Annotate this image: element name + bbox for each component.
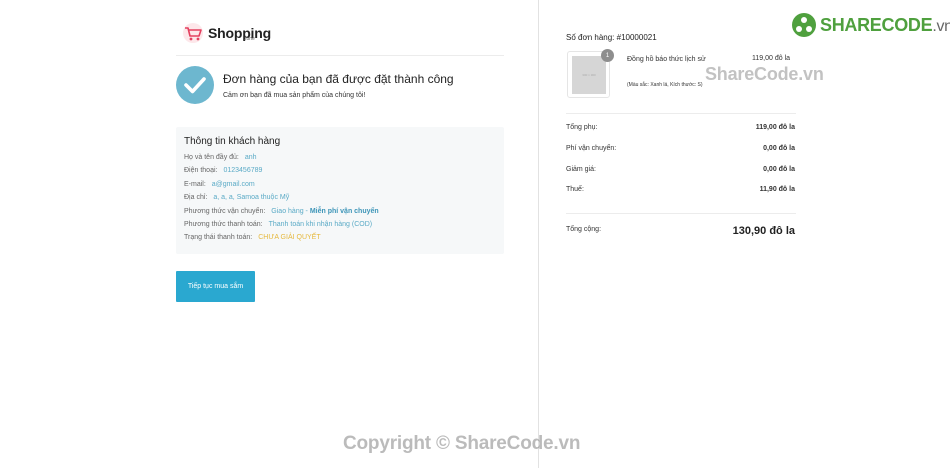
product-variant: (Màu sắc: Xanh lá, Kích thước: S): [627, 82, 703, 88]
header-divider: [176, 55, 504, 56]
tax-value: 11,90 đô la: [759, 186, 795, 193]
total-divider: [566, 213, 796, 214]
row-label: Điện thoại:: [184, 167, 218, 174]
shopping-zone-logo[interactable]: Shopping zone: [182, 20, 271, 46]
customer-name: anh: [244, 154, 257, 161]
order-summary-pane: SHARECODE.vn Số đơn hàng: #10000021 300 …: [539, 0, 950, 468]
shipping-method-row: Phương thức vận chuyển: Giao hàng - Miễn …: [184, 208, 379, 215]
customer-info-box: Thông tin khách hàng Họ và tên đầy đủ: an…: [176, 127, 504, 254]
tax-label: Thuế:: [566, 186, 584, 193]
shipping-free-label: Miễn phí vận chuyển: [309, 208, 379, 215]
product-name: Đồng hồ báo thức lịch sử: [627, 56, 706, 63]
row-label: Trạng thái thanh toán:: [184, 234, 253, 241]
row-label: Phương thức thanh toán:: [184, 221, 263, 228]
discount-value: 0,00 đô la: [763, 166, 795, 173]
total-value: 130,90 đô la: [732, 225, 795, 237]
sharecode-brand: SHARECODE.vn: [791, 12, 950, 38]
customer-address: a, a, a, Samoa thuộc Mỹ: [213, 194, 290, 201]
brand-suffix: .vn: [932, 17, 950, 35]
row-label: Địa chỉ:: [184, 194, 208, 201]
confirmation-pane: Shopping zone Đơn hàng của bạn đã được đ…: [0, 0, 539, 468]
product-price: 119,00 đô la: [752, 55, 791, 62]
logo-sub: zone: [244, 36, 255, 42]
row-label: Phương thức vận chuyển:: [184, 208, 266, 215]
customer-info-title: Thông tin khách hàng: [184, 136, 281, 147]
subtotal-label: Tổng phụ:: [566, 124, 598, 131]
payment-status-badge: CHƯA GIẢI QUYẾT: [258, 234, 321, 241]
customer-email-row: E-mail: a@gmail.com: [184, 181, 255, 188]
payment-method: Thanh toán khi nhận hàng (COD): [268, 221, 373, 228]
shipping-method: Giao hàng - Miễn phí vận chuyển: [271, 208, 378, 215]
customer-phone-row: Điện thoại: 0123456789: [184, 167, 262, 174]
order-number: Số đơn hàng: #10000021: [566, 33, 657, 42]
check-circle-icon: [176, 66, 214, 104]
row-label: E-mail:: [184, 181, 206, 188]
discount-label: Giảm giá:: [566, 166, 596, 173]
customer-phone: 0123456789: [223, 167, 263, 174]
subtotal-value: 119,00 đô la: [755, 124, 795, 131]
row-label: Họ và tên đầy đủ:: [184, 154, 239, 161]
payment-status-row: Trạng thái thanh toán: CHƯA GIẢI QUYẾT: [184, 234, 321, 241]
watermark-copyright: Copyright © ShareCode.vn: [343, 433, 581, 454]
customer-address-row: Địa chỉ: a, a, a, Samoa thuộc Mỹ: [184, 194, 289, 201]
logo-name: Shopping: [208, 25, 271, 41]
quantity-badge: 1: [601, 49, 614, 62]
payment-method-row: Phương thức thanh toán: Thanh toán khi nh…: [184, 221, 372, 228]
shipping-fee-label: Phí vận chuyển:: [566, 145, 617, 152]
cart-icon: [183, 23, 203, 43]
watermark-right: ShareCode.vn: [705, 64, 824, 84]
image-placeholder: 300 × 300: [572, 56, 606, 94]
total-label: Tổng cộng:: [566, 226, 602, 233]
success-subtitle: Cảm ơn bạn đã mua sản phẩm của chúng tôi…: [223, 92, 366, 99]
brand-main: SHARECODE: [820, 14, 933, 35]
customer-email: a@gmail.com: [211, 181, 255, 188]
summary-divider: [566, 113, 796, 114]
continue-shopping-button[interactable]: Tiếp tục mua sắm: [176, 271, 255, 302]
brand-text: SHARECODE.vn: [820, 15, 950, 36]
success-title: Đơn hàng của bạn đã được đặt thành công: [223, 72, 454, 86]
shipping-method-text: Giao hàng -: [271, 208, 310, 215]
shipping-fee-value: 0,00 đô la: [763, 145, 795, 152]
sharecode-logo-icon: [792, 13, 816, 37]
customer-name-row: Họ và tên đầy đủ: anh: [184, 154, 257, 161]
